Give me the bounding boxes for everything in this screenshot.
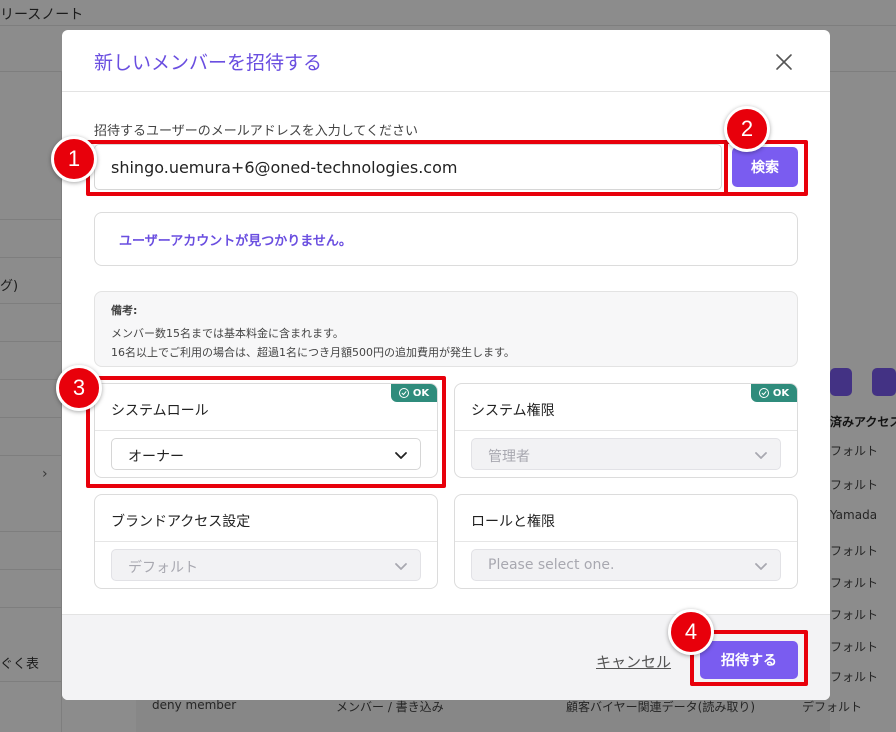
check-circle-icon bbox=[758, 388, 769, 398]
brand-access-card: ブランドアクセス設定 デフォルト bbox=[94, 494, 438, 589]
check-circle-icon bbox=[398, 388, 409, 398]
email-input[interactable] bbox=[94, 144, 722, 190]
email-label: 招待するユーザーのメールアドレスを入力してください bbox=[94, 124, 418, 139]
note-box: 備考: メンバー数15名までは基本料金に含まれます。 16名以上でご利用の場合は… bbox=[94, 291, 798, 367]
note-title: 備考: bbox=[111, 304, 138, 317]
dialog-header: 新しいメンバーを招待する bbox=[62, 30, 830, 92]
roles-permissions-card: ロールと権限 Please select one. bbox=[454, 494, 798, 589]
chevron-down-icon bbox=[395, 563, 407, 570]
close-button[interactable] bbox=[770, 48, 798, 76]
brand-access-label: ブランドアクセス設定 bbox=[111, 514, 251, 530]
chevron-down-icon bbox=[755, 452, 767, 459]
divider bbox=[95, 541, 437, 542]
search-result-box: ユーザーアカウントが見つかりません。 bbox=[94, 212, 798, 266]
search-button[interactable]: 検索 bbox=[732, 147, 798, 187]
brand-access-select: デフォルト bbox=[111, 549, 421, 581]
dialog-title: 新しいメンバーを招待する bbox=[94, 52, 323, 74]
step-badge-4: 4 bbox=[668, 609, 714, 655]
ok-badge: OK bbox=[751, 384, 797, 402]
divider bbox=[455, 430, 797, 431]
ok-badge-label: OK bbox=[412, 387, 430, 399]
brand-access-value: デフォルト bbox=[128, 560, 198, 576]
invite-member-dialog: 新しいメンバーを招待する 招待するユーザーのメールアドレスを入力してください 検… bbox=[62, 30, 830, 700]
roles-permissions-placeholder: Please select one. bbox=[488, 557, 615, 573]
chevron-down-icon bbox=[395, 452, 407, 459]
chevron-down-icon bbox=[755, 563, 767, 570]
not-found-message: ユーザーアカウントが見つかりません。 bbox=[119, 234, 352, 249]
system-role-select[interactable]: オーナー bbox=[111, 438, 421, 470]
invite-button[interactable]: 招待する bbox=[700, 641, 798, 679]
system-permission-value: 管理者 bbox=[488, 449, 530, 465]
system-permission-card: OK システム権限 管理者 bbox=[454, 383, 798, 478]
system-role-value: オーナー bbox=[128, 449, 184, 465]
roles-permissions-label: ロールと権限 bbox=[471, 514, 555, 530]
step-badge-2: 2 bbox=[724, 106, 770, 152]
dialog-footer: キャンセル 招待する bbox=[62, 614, 830, 700]
system-permission-select: 管理者 bbox=[471, 438, 781, 470]
note-line: 16名以上でご利用の場合は、超過1名につき月額500円の追加費用が発生します。 bbox=[111, 346, 515, 359]
ok-badge: OK bbox=[391, 384, 437, 402]
ok-badge-label: OK bbox=[772, 387, 790, 399]
cancel-button[interactable]: キャンセル bbox=[596, 651, 671, 672]
step-badge-1: 1 bbox=[51, 136, 97, 182]
system-role-label: システムロール bbox=[111, 403, 209, 419]
close-icon bbox=[776, 54, 792, 70]
note-line: メンバー数15名までは基本料金に含まれます。 bbox=[111, 327, 344, 340]
divider bbox=[455, 541, 797, 542]
divider bbox=[95, 430, 437, 431]
roles-permissions-select: Please select one. bbox=[471, 549, 781, 581]
step-badge-3: 3 bbox=[56, 365, 102, 411]
system-permission-label: システム権限 bbox=[471, 403, 555, 419]
system-role-card: OK システムロール オーナー bbox=[94, 383, 438, 478]
